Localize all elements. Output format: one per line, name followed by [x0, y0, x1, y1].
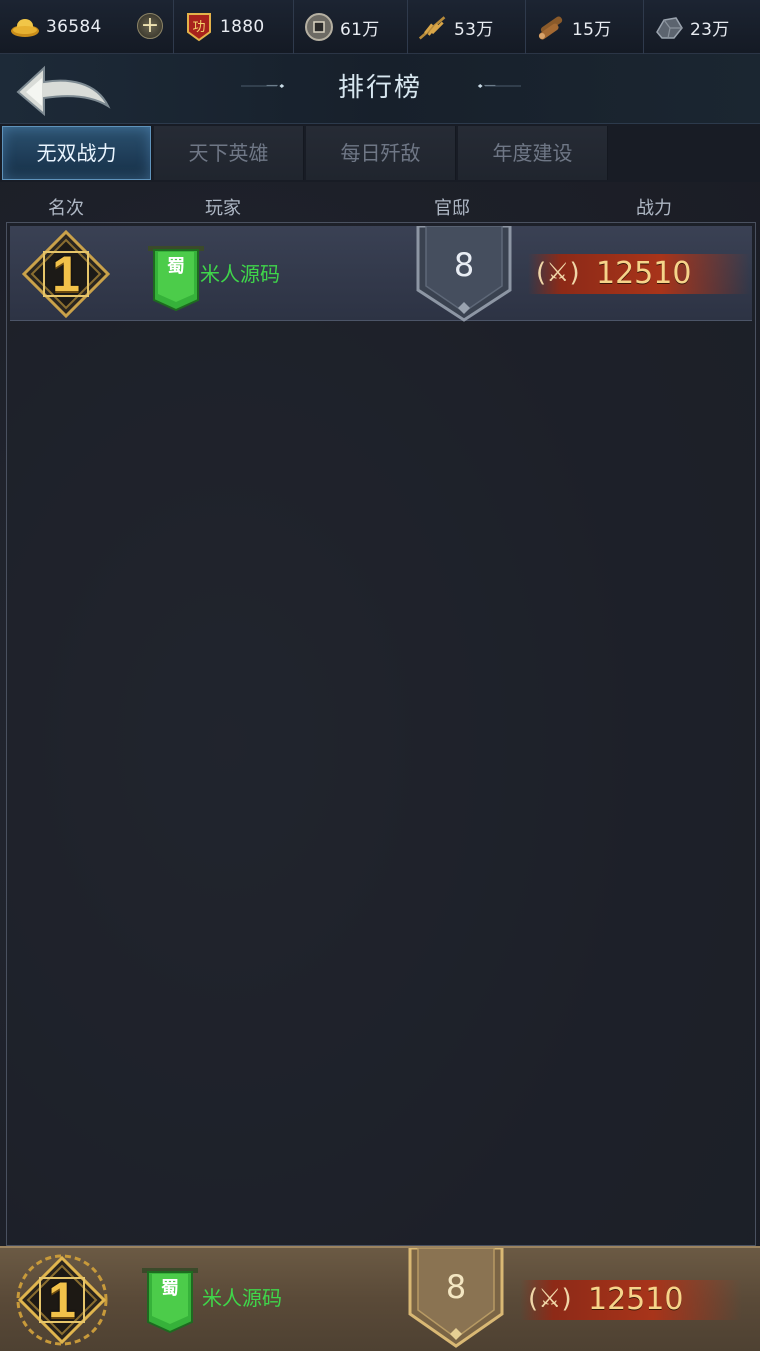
- iron-value: 23万: [690, 19, 730, 40]
- svg-text:功: 功: [192, 20, 205, 35]
- faction-name: 蜀: [167, 256, 185, 277]
- player-name[interactable]: 米人源码: [200, 258, 280, 287]
- add-gold-button[interactable]: +: [137, 13, 163, 39]
- merit-badge-icon: 功: [184, 12, 214, 42]
- self-rank-badge: 1: [10, 1254, 114, 1346]
- table-row[interactable]: 1 蜀 米人源码 8 (⚔) 12510: [10, 224, 752, 322]
- merit-value: 1880: [220, 17, 265, 37]
- self-faction-name: 蜀: [161, 1278, 179, 1299]
- gold-value: 36584: [46, 17, 102, 37]
- grain-value: 53万: [454, 19, 494, 40]
- power-value: 12510: [596, 256, 692, 291]
- mansion-level: 8: [453, 246, 475, 284]
- resource-merit[interactable]: 功 1880: [174, 0, 294, 54]
- rank-number: 1: [52, 246, 80, 302]
- self-faction-flag: 蜀: [140, 1266, 200, 1336]
- ranking-list-panel[interactable]: [6, 222, 756, 1246]
- self-mansion-badge: 8: [406, 1246, 506, 1348]
- crossed-swords-icon: (⚔): [536, 258, 580, 288]
- page-header: 排行榜: [0, 54, 760, 124]
- title-ornament-right: [477, 84, 521, 88]
- resource-iron[interactable]: 23万: [644, 0, 760, 54]
- wood-value: 15万: [572, 19, 612, 40]
- self-rank-number: 1: [48, 1272, 76, 1328]
- mansion-level-badge: 8: [414, 224, 514, 322]
- self-power-bar: (⚔) 12510: [520, 1280, 742, 1320]
- resource-bar: 36584 + 功 1880 61万 53万 15万 23万: [0, 0, 760, 54]
- col-power: 战力: [636, 198, 672, 219]
- tab-daily-kills[interactable]: 每日歼敌: [306, 126, 456, 180]
- resource-wood[interactable]: 15万: [526, 0, 644, 54]
- crossed-swords-icon: (⚔): [528, 1284, 572, 1314]
- wheat-icon: [418, 12, 448, 42]
- ranking-tabs: 无双战力 天下英雄 每日歼敌 年度建设: [0, 124, 760, 182]
- faction-flag: 蜀: [146, 244, 206, 314]
- rank-badge: 1: [21, 229, 111, 319]
- self-player-name: 米人源码: [202, 1286, 282, 1310]
- col-mansion: 官邸: [434, 198, 470, 219]
- resource-gold[interactable]: 36584 +: [0, 0, 174, 54]
- power-bar: (⚔) 12510: [528, 254, 750, 294]
- self-rank-row[interactable]: 1 蜀 米人源码 8 (⚔) 12510: [0, 1246, 760, 1351]
- copper-coin-icon: [304, 12, 334, 42]
- page-title: 排行榜: [337, 73, 422, 103]
- tab-peerless-power[interactable]: 无双战力: [2, 126, 152, 180]
- self-mansion-level: 8: [445, 1268, 467, 1306]
- wood-logs-icon: [536, 12, 566, 42]
- resource-coin[interactable]: 61万: [294, 0, 408, 54]
- coin-value: 61万: [340, 19, 380, 40]
- tab-world-heroes[interactable]: 天下英雄: [154, 126, 304, 180]
- gold-ingot-icon: [10, 12, 40, 42]
- resource-grain[interactable]: 53万: [408, 0, 526, 54]
- tab-annual-build[interactable]: 年度建设: [458, 126, 608, 180]
- iron-ore-icon: [654, 12, 684, 42]
- col-player: 玩家: [205, 198, 241, 219]
- self-power-value: 12510: [588, 1282, 684, 1317]
- ranking-screen: 36584 + 功 1880 61万 53万 15万 23万 排行榜 无双战力 …: [0, 0, 760, 1351]
- col-rank: 名次: [48, 198, 84, 219]
- column-headers: 名次 玩家 官邸 战力: [0, 186, 760, 222]
